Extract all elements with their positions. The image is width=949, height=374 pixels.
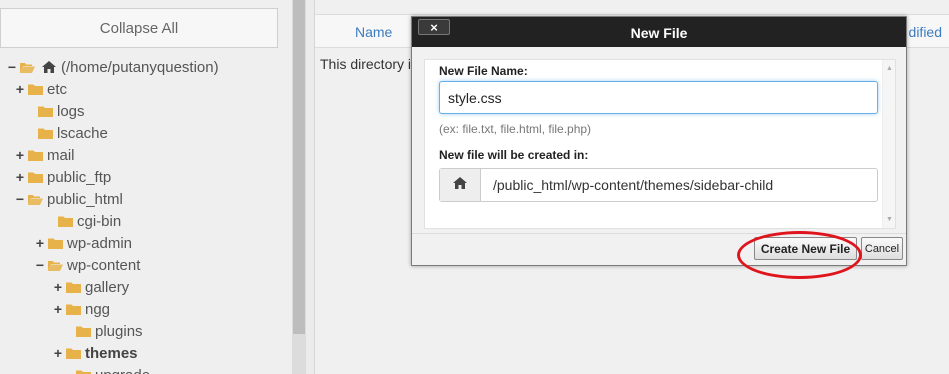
dialog-body-scrollbar[interactable]: ▲ ▼ <box>882 60 895 228</box>
column-header-name[interactable]: Name <box>355 24 392 40</box>
tree-item-cgi-bin[interactable]: cgi-bin <box>44 210 121 232</box>
folder-icon <box>38 128 53 139</box>
tree-item-logs[interactable]: logs <box>24 100 85 122</box>
tree-item-label: wp-content <box>67 256 141 274</box>
folder-icon <box>28 84 43 95</box>
column-header-modified[interactable]: dified <box>909 24 942 40</box>
tree-item-wp-content[interactable]: − wp-content <box>34 254 140 276</box>
tree-item-mail[interactable]: + mail <box>14 144 75 166</box>
folder-icon <box>48 238 63 249</box>
home-icon <box>452 176 468 195</box>
expand-icon[interactable]: + <box>52 346 64 360</box>
expand-icon[interactable]: + <box>52 280 64 294</box>
dialog-body: New File Name: (ex: file.txt, file.html,… <box>424 59 896 229</box>
folder-icon <box>28 172 43 183</box>
tree-item-label: mail <box>47 146 75 164</box>
folder-icon <box>38 106 53 117</box>
tree-item-wp-admin[interactable]: + wp-admin <box>34 232 132 254</box>
tree-item-lscache[interactable]: lscache <box>24 122 108 144</box>
tree-item-label: gallery <box>85 278 130 296</box>
folder-open-icon <box>20 62 35 73</box>
location-addon <box>440 169 481 201</box>
tree-item-label: wp-admin <box>67 234 133 252</box>
tree-item-public-html[interactable]: − public_html <box>14 188 123 210</box>
tree-item-label: upgrade <box>95 367 150 374</box>
scroll-down-icon[interactable]: ▼ <box>886 216 893 223</box>
tree-item-upgrade[interactable]: upgrade <box>62 364 150 374</box>
folder-icon <box>66 348 81 359</box>
new-file-dialog: × New File New File Name: (ex: file.txt,… <box>411 16 907 266</box>
tree-item-label: logs <box>57 102 85 120</box>
tree-item-ngg[interactable]: + ngg <box>52 298 110 320</box>
collapse-all-button[interactable]: Collapse All <box>0 8 278 48</box>
expand-icon[interactable]: + <box>14 148 26 162</box>
tree-item-label: lscache <box>57 124 108 142</box>
folder-icon <box>76 370 91 374</box>
folder-icon <box>66 304 81 315</box>
tree-item-gallery[interactable]: + gallery <box>52 276 129 298</box>
dialog-footer-divider <box>412 233 906 234</box>
expand-icon[interactable]: + <box>14 170 26 184</box>
tree-item-label: (/home/putanyquestion) <box>61 58 219 76</box>
folder-icon <box>58 216 73 227</box>
file-name-input[interactable] <box>439 81 878 114</box>
tree-item-label: cgi-bin <box>77 212 122 230</box>
location-path: /public_html/wp-content/themes/sidebar-c… <box>493 177 774 193</box>
scroll-up-icon[interactable]: ▲ <box>886 65 893 72</box>
file-name-hint: (ex: file.txt, file.html, file.php) <box>439 122 592 136</box>
create-new-file-button[interactable]: Create New File <box>754 237 857 260</box>
location-field[interactable]: /public_html/wp-content/themes/sidebar-c… <box>439 168 878 202</box>
folder-open-icon <box>28 194 43 205</box>
tree-item-home-putanyquestion[interactable]: − (/home/putanyquestion) <box>6 56 219 78</box>
home-icon <box>41 60 57 74</box>
folder-icon <box>28 150 43 161</box>
tree-item-plugins[interactable]: plugins <box>62 320 143 342</box>
tree-item-label: plugins <box>95 322 143 340</box>
expand-icon[interactable]: + <box>52 302 64 316</box>
folder-open-icon <box>48 260 63 271</box>
expand-icon[interactable]: + <box>34 236 46 250</box>
tree-item-label: etc <box>47 80 68 98</box>
tree-item-label: themes <box>85 344 138 362</box>
tree-scrollbar-thumb[interactable] <box>293 0 305 334</box>
tree-item-etc[interactable]: + etc <box>14 78 67 100</box>
location-label: New file will be created in: <box>439 148 589 162</box>
tree-item-public-ftp[interactable]: + public_ftp <box>14 166 111 188</box>
directory-tree-panel: Collapse All − (/home/putanyquestion) + etc… <box>0 0 292 374</box>
collapse-icon[interactable]: − <box>14 192 26 206</box>
tree-item-label: public_html <box>47 190 123 208</box>
dialog-title-bar[interactable]: × New File <box>412 17 906 47</box>
cancel-button[interactable]: Cancel <box>861 237 903 260</box>
collapse-icon[interactable]: − <box>34 258 46 272</box>
folder-icon <box>76 326 91 337</box>
file-name-label: New File Name: <box>439 64 528 78</box>
dialog-title: New File <box>630 25 688 41</box>
tree-item-themes[interactable]: + themes <box>52 342 138 364</box>
collapse-icon[interactable]: − <box>6 60 18 74</box>
folder-icon <box>66 282 81 293</box>
empty-directory-message: This directory i <box>320 56 412 72</box>
tree-item-label: ngg <box>85 300 111 318</box>
expand-icon[interactable]: + <box>14 82 26 96</box>
tree-item-label: public_ftp <box>47 168 112 186</box>
